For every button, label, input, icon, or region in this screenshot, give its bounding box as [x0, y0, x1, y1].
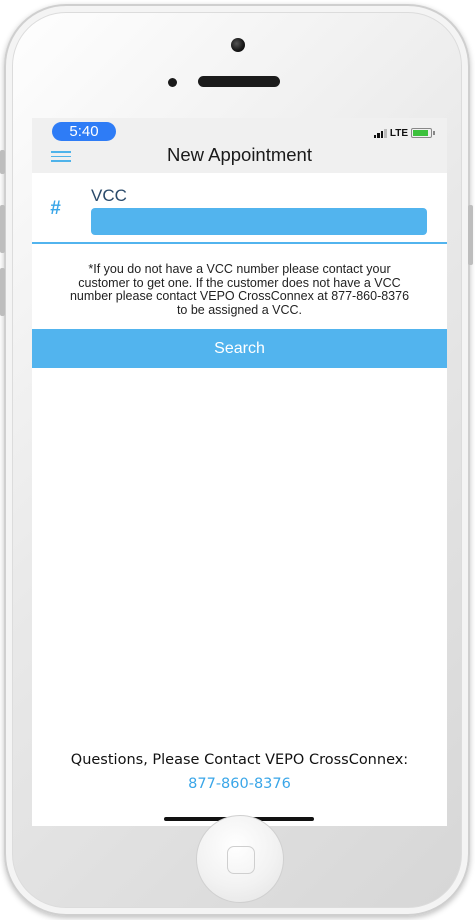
volume-up-button	[0, 205, 5, 253]
navigation-bar: 5:40 LTE New Appointment	[32, 118, 447, 173]
page-title: New Appointment	[166, 144, 312, 165]
front-camera	[231, 38, 245, 52]
signal-strength-icon	[373, 128, 387, 138]
home-square-icon	[227, 846, 255, 874]
status-indicators: LTE	[373, 126, 435, 140]
input-divider	[32, 242, 447, 244]
proximity-sensor	[168, 78, 177, 87]
app-screen: 5:40 LTE New Appointment # VCC *If you d…	[32, 118, 447, 826]
network-type: LTE	[389, 127, 408, 139]
earpiece-speaker	[198, 76, 280, 87]
battery-icon	[411, 128, 432, 138]
search-button[interactable]: Search	[32, 329, 447, 368]
contact-phone-link[interactable]: 877-860-8376	[32, 776, 447, 792]
volume-down-button	[0, 268, 5, 316]
vcc-input[interactable]	[91, 208, 427, 235]
vcc-label: VCC	[91, 186, 127, 205]
battery-tip	[433, 131, 435, 135]
mute-switch	[0, 150, 5, 174]
power-button	[468, 205, 473, 265]
hash-icon: #	[50, 198, 61, 219]
contact-text: Questions, Please Contact VEPO CrossConn…	[70, 752, 409, 768]
home-button[interactable]	[196, 815, 284, 903]
status-time: 5:40	[52, 122, 116, 141]
vcc-info-text: *If you do not have a VCC number please …	[69, 262, 410, 317]
